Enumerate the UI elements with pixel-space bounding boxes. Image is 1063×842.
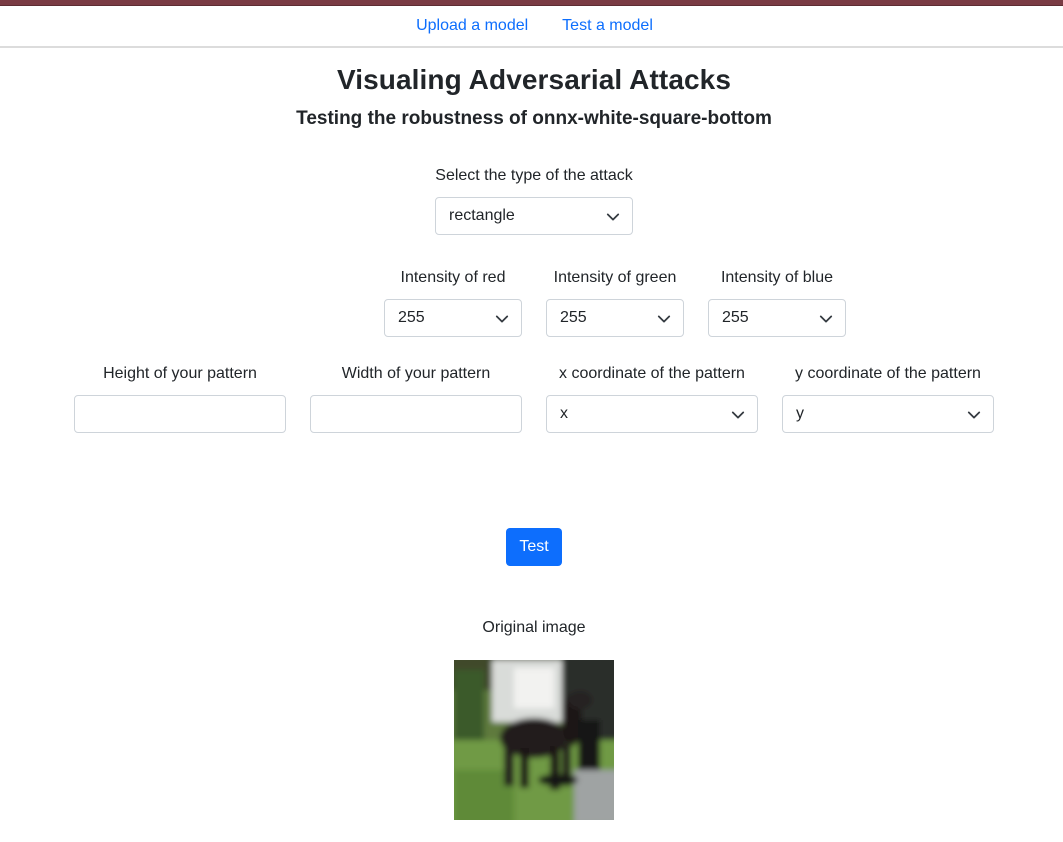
nav-upload-model-link[interactable]: Upload a model <box>416 17 528 35</box>
red-intensity-value: 255 <box>398 309 425 326</box>
attack-type-select[interactable]: rectangle <box>435 197 633 235</box>
horse-photo-illustration <box>454 660 614 820</box>
original-image-label: Original image <box>482 619 586 636</box>
top-nav: Upload a model Test a model <box>0 6 1063 48</box>
attack-type-value: rectangle <box>449 207 515 224</box>
blue-intensity-label: Intensity of blue <box>720 269 834 286</box>
blue-intensity-select[interactable]: 255 <box>708 299 846 337</box>
pattern-width-label: Width of your pattern <box>341 365 491 382</box>
chevron-down-icon <box>731 411 745 419</box>
red-intensity-label: Intensity of red <box>400 269 506 286</box>
green-intensity-select[interactable]: 255 <box>546 299 684 337</box>
green-intensity-value: 255 <box>560 309 587 326</box>
pattern-x-label: x coordinate of the pattern <box>559 365 745 382</box>
pattern-width-input[interactable] <box>310 395 522 433</box>
pattern-y-value: y <box>796 405 804 422</box>
pattern-x-select[interactable]: x <box>546 395 758 433</box>
attack-type-label: Select the type of the attack <box>435 167 633 184</box>
pattern-height-input[interactable] <box>74 395 286 433</box>
page-title: Visualing Adversarial Attacks <box>336 64 732 95</box>
chevron-down-icon <box>657 315 671 323</box>
pattern-x-value: x <box>560 405 568 422</box>
nav-test-model-link[interactable]: Test a model <box>562 17 653 35</box>
chevron-down-icon <box>606 213 620 221</box>
red-intensity-select[interactable]: 255 <box>384 299 522 337</box>
pattern-y-select[interactable]: y <box>782 395 994 433</box>
page-subtitle: Testing the robustness of onnx-white-squ… <box>296 108 772 129</box>
chevron-down-icon <box>495 315 509 323</box>
chevron-down-icon <box>967 411 981 419</box>
chevron-down-icon <box>819 315 833 323</box>
pattern-height-label: Height of your pattern <box>103 365 257 382</box>
original-image <box>454 660 614 820</box>
pattern-y-label: y coordinate of the pattern <box>795 365 981 382</box>
test-button[interactable]: Test <box>506 528 562 566</box>
green-intensity-label: Intensity of green <box>553 269 677 286</box>
blue-intensity-value: 255 <box>722 309 749 326</box>
